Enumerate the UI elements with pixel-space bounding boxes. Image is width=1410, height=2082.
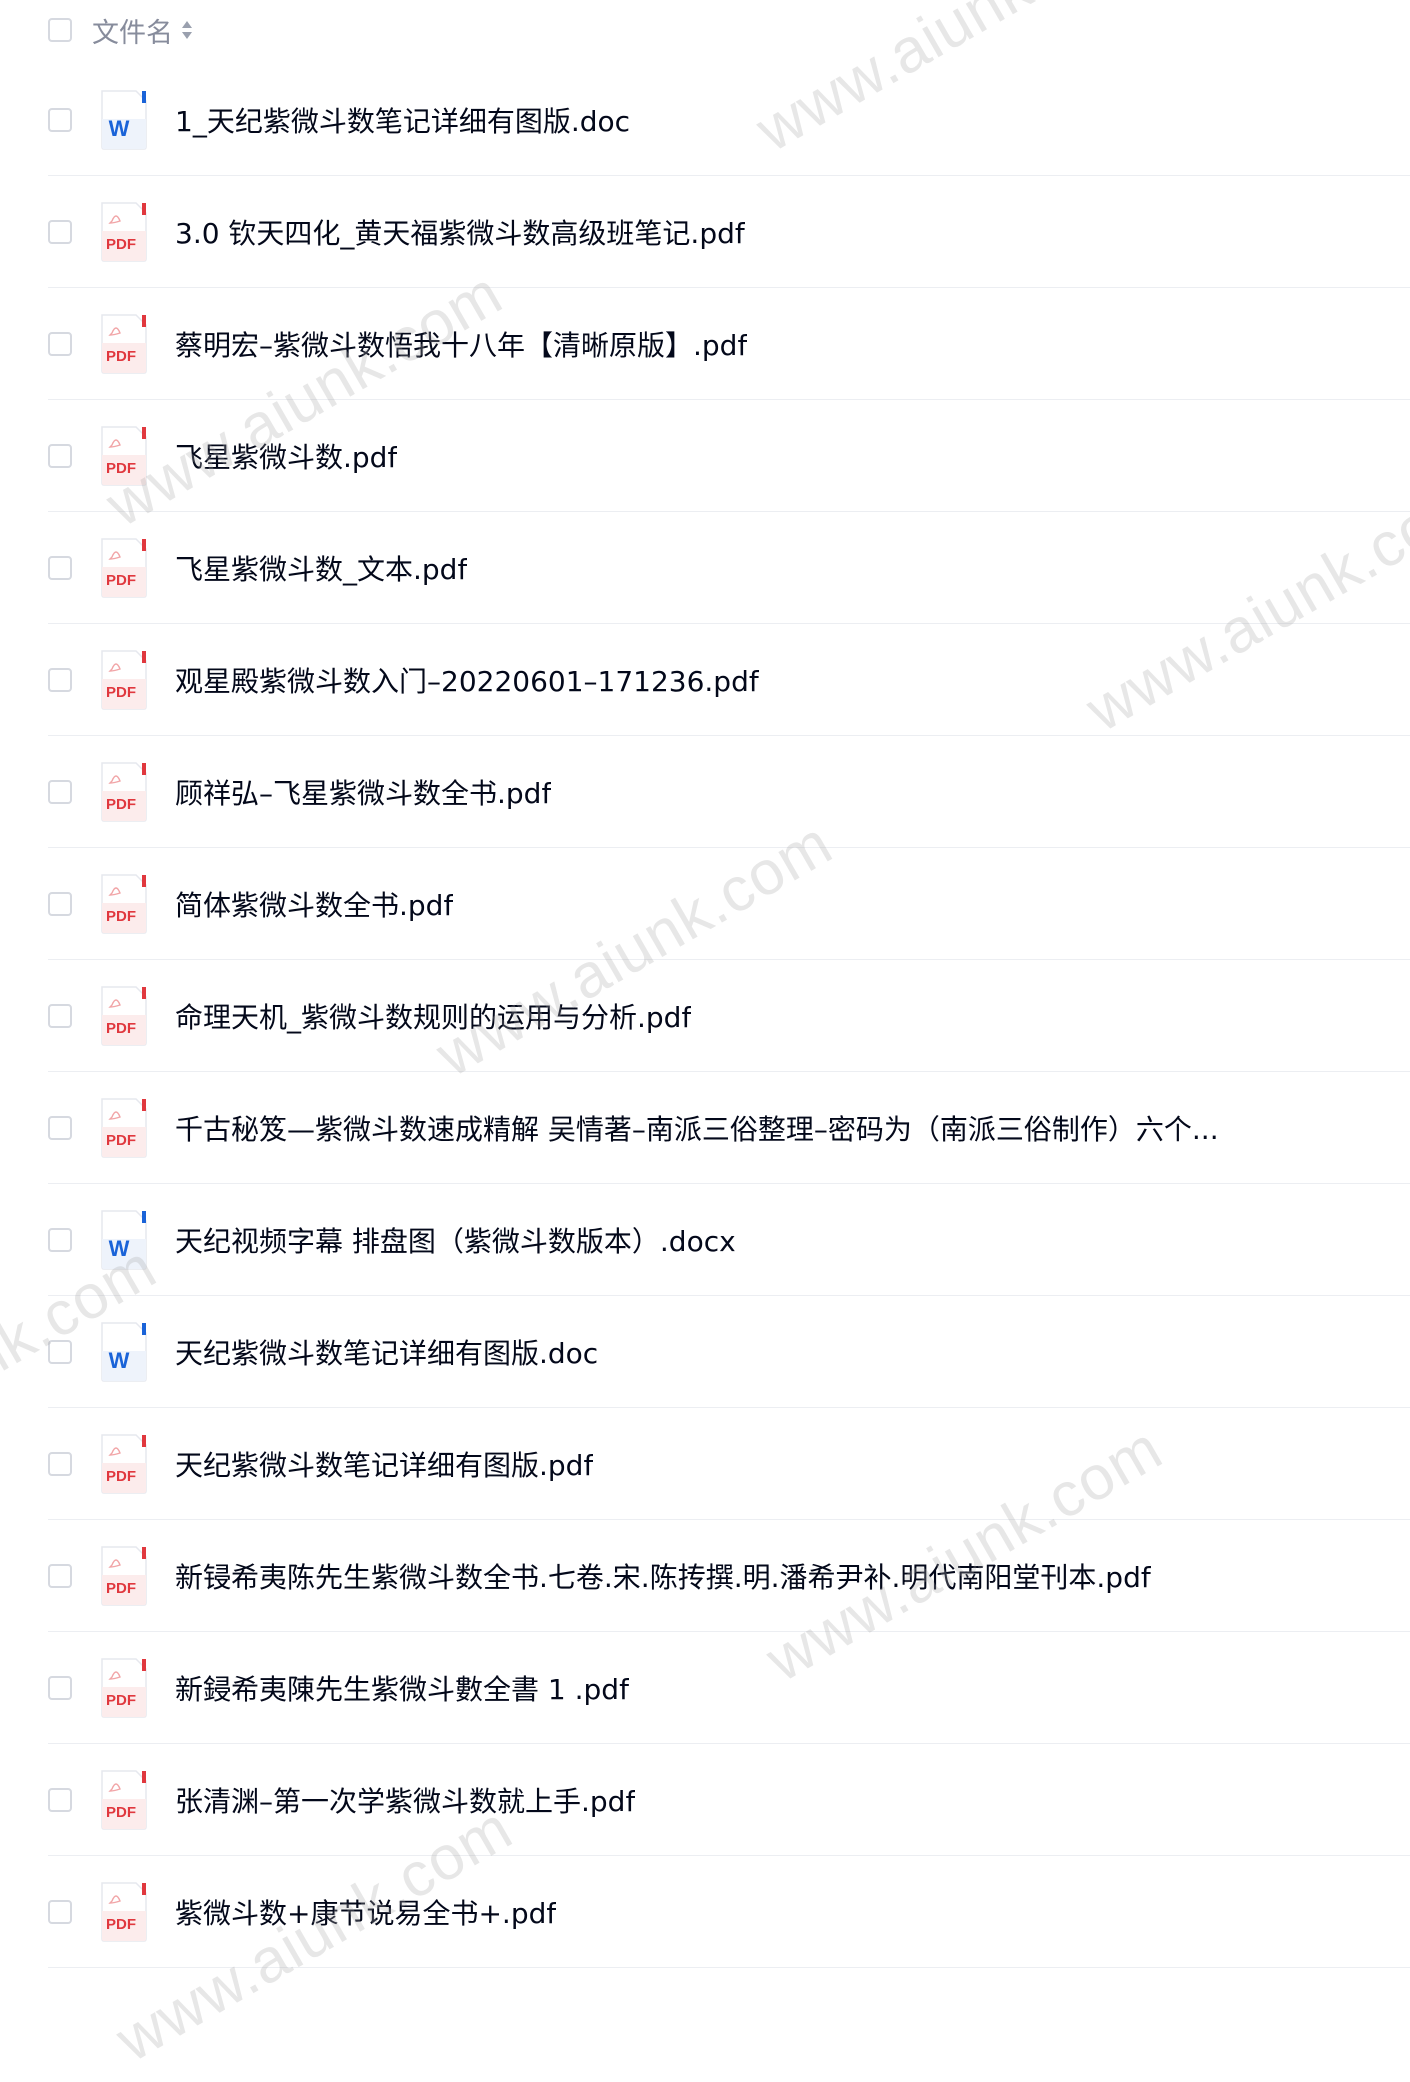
row-checkbox[interactable]	[48, 1787, 72, 1812]
file-row[interactable]: PDF 命理天机_紫微斗数规则的运用与分析.pdf	[48, 960, 1410, 1072]
file-row[interactable]: W 天纪紫微斗数笔记详细有图版.doc	[48, 1296, 1410, 1408]
file-row[interactable]: PDF 顾祥弘–飞星紫微斗数全书.pdf	[48, 736, 1410, 848]
file-name[interactable]: 1_天纪紫微斗数笔记详细有图版.doc	[175, 100, 630, 140]
file-row[interactable]: PDF 飞星紫微斗数.pdf	[48, 400, 1410, 512]
row-checkbox[interactable]	[48, 331, 72, 356]
sort-icon[interactable]	[181, 18, 193, 42]
svg-text:W: W	[109, 1348, 130, 1373]
pdf-file-icon: PDF	[98, 1881, 150, 1943]
row-checkbox[interactable]	[48, 667, 72, 692]
pdf-file-icon: PDF	[98, 761, 150, 823]
file-name[interactable]: 3.0 钦天四化_黄天福紫微斗数高级班笔记.pdf	[175, 212, 745, 252]
file-row[interactable]: PDF 新锓希夷陈先生紫微斗数全书.七卷.宋.陈抟撰.明.潘希尹补.明代南阳堂刊…	[48, 1520, 1410, 1632]
svg-text:PDF: PDF	[106, 796, 136, 813]
file-row[interactable]: W 1_天纪紫微斗数笔记详细有图版.doc	[48, 64, 1410, 176]
pdf-file-icon: PDF	[98, 201, 150, 263]
file-row[interactable]: PDF 千古秘笈—紫微斗数速成精解 吴情著–南派三俗整理–密码为（南派三俗制作）…	[48, 1072, 1410, 1184]
pdf-file-icon: PDF	[98, 1769, 150, 1831]
row-checkbox[interactable]	[48, 555, 72, 580]
svg-text:PDF: PDF	[106, 348, 136, 365]
word-file-icon: W	[98, 1209, 150, 1271]
pdf-file-icon: PDF	[98, 313, 150, 375]
file-name[interactable]: 天纪视频字幕 排盘图（紫微斗数版本）.docx	[175, 1220, 736, 1260]
file-name[interactable]: 命理天机_紫微斗数规则的运用与分析.pdf	[175, 996, 691, 1036]
svg-text:PDF: PDF	[106, 1020, 136, 1037]
svg-text:W: W	[109, 1236, 130, 1261]
svg-text:PDF: PDF	[106, 684, 136, 701]
svg-text:PDF: PDF	[106, 1692, 136, 1709]
pdf-file-icon: PDF	[98, 1657, 150, 1719]
word-file-icon: W	[98, 89, 150, 151]
row-checkbox[interactable]	[48, 1451, 72, 1476]
file-row[interactable]: PDF 新鋟希夷陳先生紫微斗數全書 1 .pdf	[48, 1632, 1410, 1744]
select-all-checkbox[interactable]	[48, 18, 72, 42]
file-name[interactable]: 紫微斗数+康节说易全书+.pdf	[175, 1892, 556, 1932]
file-name[interactable]: 简体紫微斗数全书.pdf	[175, 884, 453, 924]
row-checkbox[interactable]	[48, 1899, 72, 1924]
row-checkbox[interactable]	[48, 1339, 72, 1364]
file-row[interactable]: W 天纪视频字幕 排盘图（紫微斗数版本）.docx	[48, 1184, 1410, 1296]
row-checkbox[interactable]	[48, 443, 72, 468]
row-checkbox[interactable]	[48, 219, 72, 244]
word-file-icon: W	[98, 1321, 150, 1383]
pdf-file-icon: PDF	[98, 873, 150, 935]
svg-text:PDF: PDF	[106, 1804, 136, 1821]
row-checkbox[interactable]	[48, 1675, 72, 1700]
file-row[interactable]: PDF 蔡明宏–紫微斗数悟我十八年【清晰原版】.pdf	[48, 288, 1410, 400]
file-name[interactable]: 新鋟希夷陳先生紫微斗數全書 1 .pdf	[175, 1668, 629, 1708]
filename-column-header[interactable]: 文件名	[92, 11, 173, 50]
svg-text:PDF: PDF	[106, 1132, 136, 1149]
pdf-file-icon: PDF	[98, 1545, 150, 1607]
file-name[interactable]: 天纪紫微斗数笔记详细有图版.pdf	[175, 1444, 593, 1484]
row-checkbox[interactable]	[48, 1003, 72, 1028]
pdf-file-icon: PDF	[98, 1097, 150, 1159]
pdf-file-icon: PDF	[98, 537, 150, 599]
row-checkbox[interactable]	[48, 1227, 72, 1252]
pdf-file-icon: PDF	[98, 985, 150, 1047]
file-name[interactable]: 天纪紫微斗数笔记详细有图版.doc	[175, 1332, 598, 1372]
file-name[interactable]: 新锓希夷陈先生紫微斗数全书.七卷.宋.陈抟撰.明.潘希尹补.明代南阳堂刊本.pd…	[175, 1556, 1151, 1596]
file-row[interactable]: PDF 观星殿紫微斗数入门–20220601–171236.pdf	[48, 624, 1410, 736]
file-row[interactable]: PDF 张清渊–第一次学紫微斗数就上手.pdf	[48, 1744, 1410, 1856]
file-row[interactable]: PDF 天纪紫微斗数笔记详细有图版.pdf	[48, 1408, 1410, 1520]
svg-text:PDF: PDF	[106, 908, 136, 925]
row-checkbox[interactable]	[48, 1563, 72, 1588]
svg-text:PDF: PDF	[106, 1580, 136, 1597]
row-checkbox[interactable]	[48, 1115, 72, 1140]
row-checkbox[interactable]	[48, 779, 72, 804]
pdf-file-icon: PDF	[98, 1433, 150, 1495]
file-row[interactable]: PDF 简体紫微斗数全书.pdf	[48, 848, 1410, 960]
file-list: 文件名 W 1_天纪紫微斗数笔记详细有图版.doc PDF 3.0 钦天四化_黄…	[0, 0, 1410, 1968]
svg-text:PDF: PDF	[106, 572, 136, 589]
svg-text:PDF: PDF	[106, 1468, 136, 1485]
file-row[interactable]: PDF 3.0 钦天四化_黄天福紫微斗数高级班笔记.pdf	[48, 176, 1410, 288]
svg-text:PDF: PDF	[106, 1916, 136, 1933]
svg-text:PDF: PDF	[106, 460, 136, 477]
svg-text:W: W	[109, 116, 130, 141]
file-name[interactable]: 观星殿紫微斗数入门–20220601–171236.pdf	[175, 660, 759, 700]
file-name[interactable]: 张清渊–第一次学紫微斗数就上手.pdf	[175, 1780, 635, 1820]
file-rows: W 1_天纪紫微斗数笔记详细有图版.doc PDF 3.0 钦天四化_黄天福紫微…	[48, 64, 1410, 1968]
file-name[interactable]: 千古秘笈—紫微斗数速成精解 吴情著–南派三俗整理–密码为（南派三俗制作）六个..…	[175, 1108, 1219, 1148]
pdf-file-icon: PDF	[98, 425, 150, 487]
row-checkbox[interactable]	[48, 107, 72, 132]
file-name[interactable]: 飞星紫微斗数_文本.pdf	[175, 548, 467, 588]
file-row[interactable]: PDF 紫微斗数+康节说易全书+.pdf	[48, 1856, 1410, 1968]
file-row[interactable]: PDF 飞星紫微斗数_文本.pdf	[48, 512, 1410, 624]
file-name[interactable]: 飞星紫微斗数.pdf	[175, 436, 397, 476]
row-checkbox[interactable]	[48, 891, 72, 916]
list-header: 文件名	[0, 0, 1410, 60]
svg-text:PDF: PDF	[106, 236, 136, 253]
pdf-file-icon: PDF	[98, 649, 150, 711]
file-name[interactable]: 顾祥弘–飞星紫微斗数全书.pdf	[175, 772, 551, 812]
file-name[interactable]: 蔡明宏–紫微斗数悟我十八年【清晰原版】.pdf	[175, 324, 747, 364]
